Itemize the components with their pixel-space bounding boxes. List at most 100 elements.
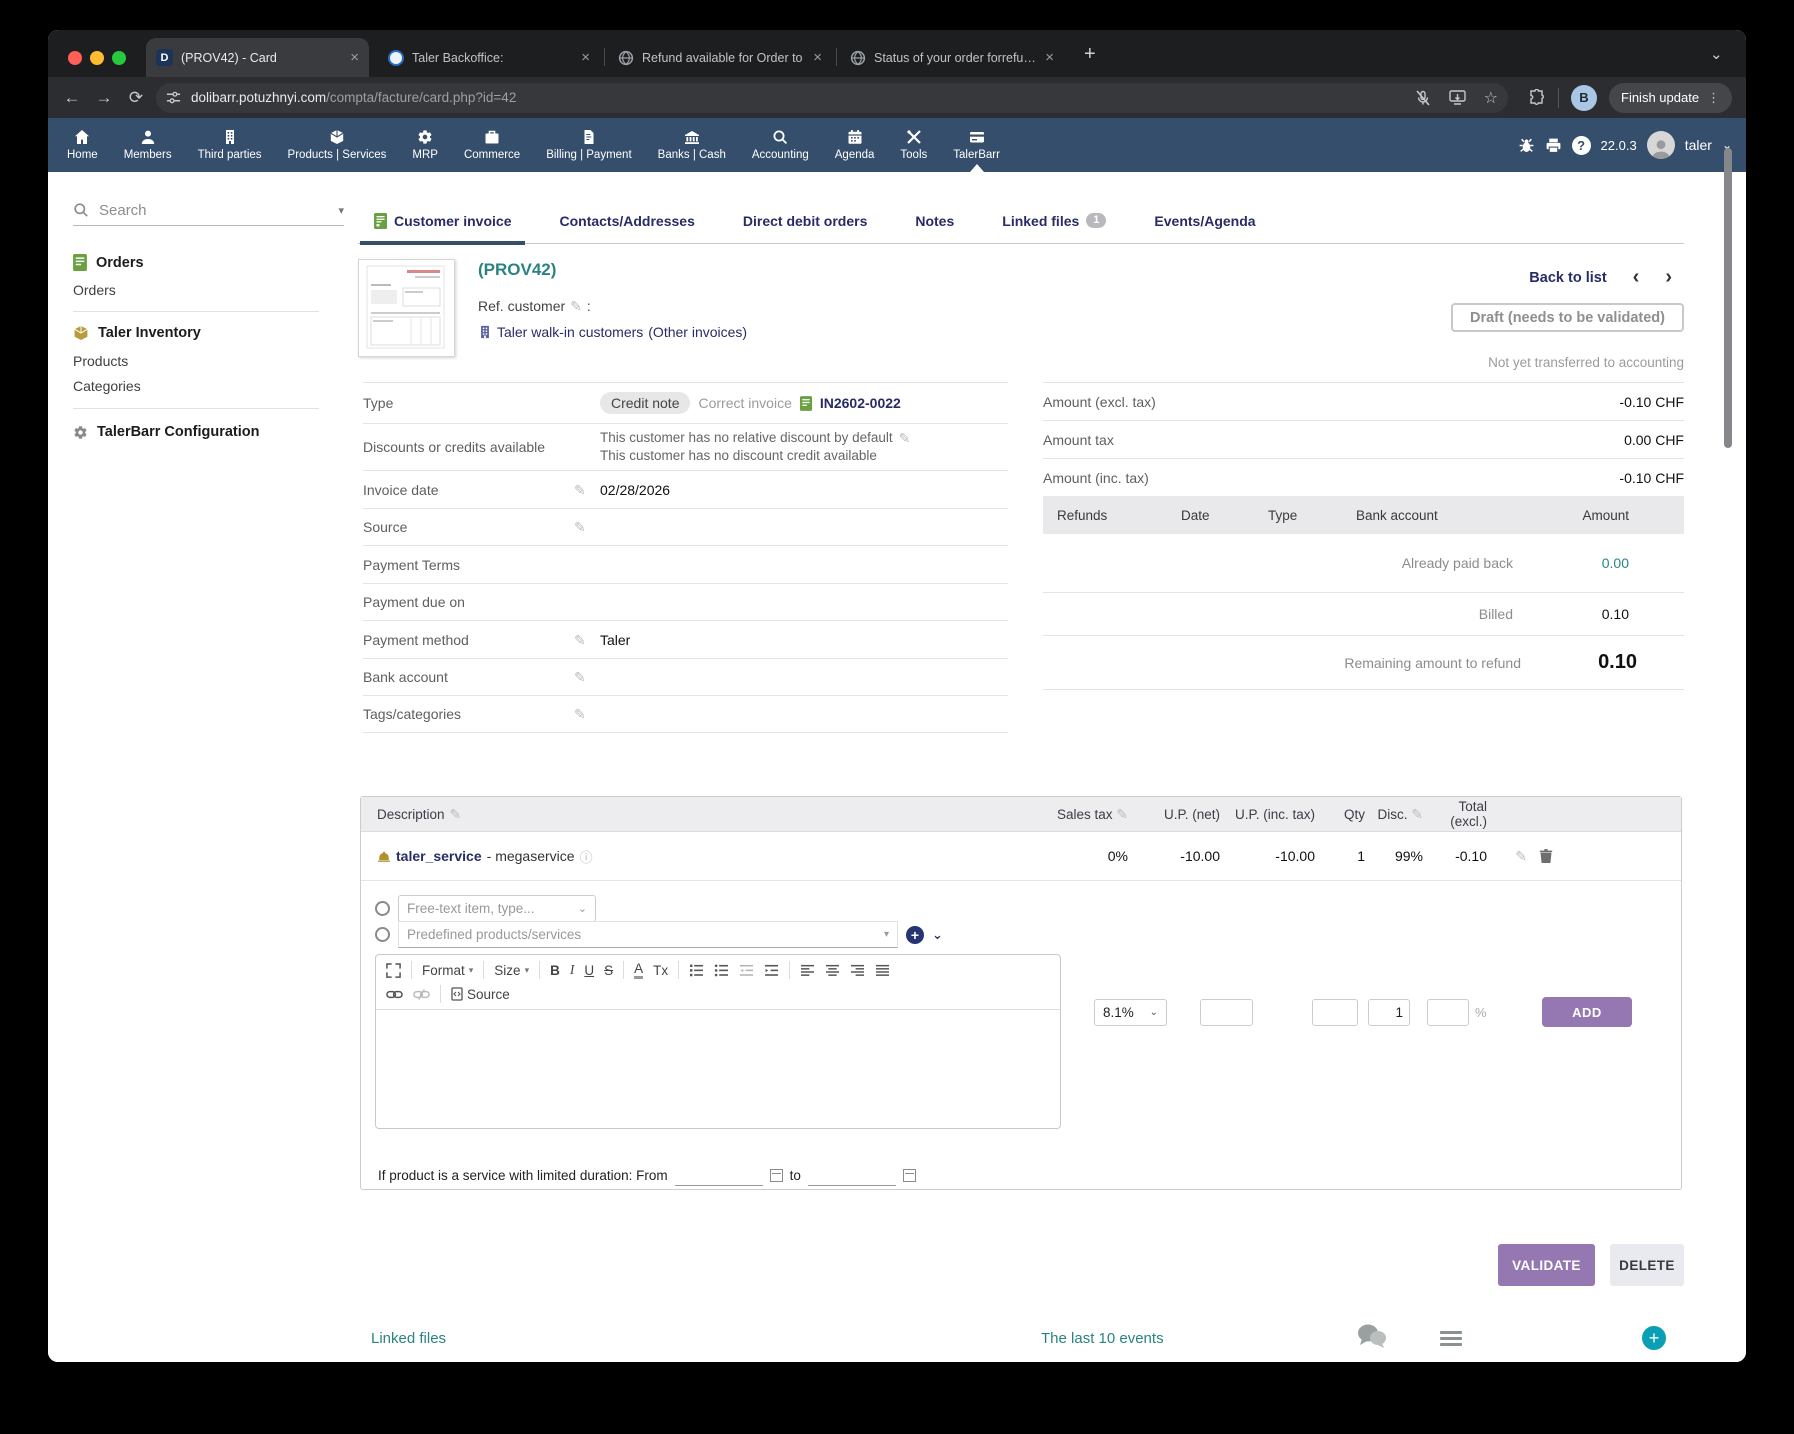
tab-close-icon[interactable]: × <box>813 49 822 66</box>
bookmark-star-icon[interactable]: ☆ <box>1484 88 1498 108</box>
strike-button[interactable]: S <box>604 963 613 978</box>
numbered-list-icon[interactable] <box>689 964 704 977</box>
back-to-list-link[interactable]: Back to list <box>1529 270 1606 286</box>
correct-invoice-ref-link[interactable]: IN2602-0022 <box>820 395 901 411</box>
address-bar[interactable]: dolibarr.potuzhnyi.com/compta/facture/ca… <box>156 83 1508 113</box>
browser-tab-4[interactable]: Status of your order forrefund × <box>840 38 1064 77</box>
underline-button[interactable]: U <box>584 963 594 978</box>
link-icon[interactable] <box>386 989 403 1000</box>
bug-icon[interactable] <box>1518 137 1535 154</box>
nav-third-parties[interactable]: Third parties <box>185 118 275 172</box>
sidebar-section-talerbarr-config[interactable]: TalerBarr Configuration <box>73 424 344 440</box>
source-button[interactable]: Source <box>451 987 510 1002</box>
nav-billing-payment[interactable]: Billing | Payment <box>533 118 644 172</box>
site-settings-icon[interactable] <box>166 90 181 105</box>
search-caret-icon[interactable]: ▾ <box>338 204 344 217</box>
bullet-list-icon[interactable] <box>714 964 729 977</box>
nav-commerce[interactable]: Commerce <box>451 118 533 172</box>
nav-banks-cash[interactable]: Banks | Cash <box>645 118 739 172</box>
tab-close-icon[interactable]: × <box>350 49 359 66</box>
add-line-button[interactable]: ADD <box>1542 997 1632 1027</box>
browser-tab-2[interactable]: Taler Backoffice: × <box>378 38 600 77</box>
edit-pencil-icon[interactable]: ✎ <box>899 431 911 445</box>
nav-tools[interactable]: Tools <box>887 118 940 172</box>
validate-button[interactable]: VALIDATE <box>1498 1244 1595 1286</box>
search-input[interactable] <box>97 201 338 220</box>
edit-pencil-icon[interactable]: ✎ <box>1116 806 1128 822</box>
back-icon[interactable]: ← <box>56 88 88 108</box>
printer-icon[interactable] <box>1545 137 1562 154</box>
tab-close-icon[interactable]: × <box>581 49 590 66</box>
chat-bubbles-icon[interactable] <box>1353 1322 1389 1352</box>
format-dropdown[interactable]: Format▾ <box>422 963 473 978</box>
forward-icon[interactable]: → <box>88 88 120 108</box>
linked-files-link[interactable]: Linked files <box>371 1330 446 1347</box>
align-right-icon[interactable] <box>850 964 865 977</box>
delete-line-trash-icon[interactable] <box>1539 848 1553 864</box>
bold-button[interactable]: B <box>550 963 560 978</box>
nav-mrp[interactable]: MRP <box>399 118 451 172</box>
text-color-button[interactable]: A <box>634 961 643 979</box>
nav-talerbarr[interactable]: TalerBarr <box>940 118 1013 172</box>
nav-home[interactable]: Home <box>54 118 111 172</box>
tab-events-agenda[interactable]: Events/Agenda <box>1140 198 1269 244</box>
user-avatar[interactable] <box>1647 131 1675 159</box>
browser-profile-avatar[interactable]: B <box>1571 85 1597 111</box>
indent-icon[interactable] <box>764 964 779 977</box>
remove-format-button[interactable]: Tx <box>653 963 668 978</box>
duration-from-input[interactable] <box>675 1165 763 1186</box>
predefined-products-select[interactable]: Predefined products/services ▾ <box>398 921 898 948</box>
new-tab-button[interactable]: + <box>1084 43 1096 66</box>
section-title[interactable]: Orders <box>96 255 144 271</box>
edit-pencil-icon[interactable]: ✎ <box>1411 806 1423 822</box>
extensions-puzzle-icon[interactable] <box>1528 89 1546 107</box>
tab-contacts-addresses[interactable]: Contacts/Addresses <box>545 198 708 244</box>
tab-customer-invoice[interactable]: Customer invoice <box>360 198 525 244</box>
tab-close-icon[interactable]: × <box>1045 49 1054 66</box>
edit-pencil-icon[interactable]: ✎ <box>570 299 582 313</box>
other-invoices-link[interactable]: (Other invoices) <box>648 324 747 340</box>
user-name[interactable]: taler <box>1685 137 1712 153</box>
nav-agenda[interactable]: Agenda <box>822 118 888 172</box>
nav-members[interactable]: Members <box>111 118 185 172</box>
edit-line-pencil-icon[interactable]: ✎ <box>1515 849 1527 863</box>
help-icon[interactable]: ? <box>1572 136 1591 155</box>
tab-notes[interactable]: Notes <box>901 198 968 244</box>
window-close-button[interactable] <box>68 51 82 65</box>
delete-button[interactable]: DELETE <box>1610 1244 1684 1286</box>
next-record-icon[interactable]: › <box>1665 266 1672 289</box>
align-left-icon[interactable] <box>800 964 815 977</box>
predefined-radio[interactable] <box>375 927 390 942</box>
free-text-radio[interactable] <box>375 901 390 916</box>
reload-icon[interactable]: ⟳ <box>120 88 152 108</box>
edit-pencil-icon[interactable]: ✎ <box>574 632 586 648</box>
align-center-icon[interactable] <box>825 964 840 977</box>
edit-pencil-icon[interactable]: ✎ <box>574 482 586 498</box>
qty-input[interactable] <box>1368 999 1410 1026</box>
unlink-icon[interactable] <box>413 989 430 1000</box>
edit-pencil-icon[interactable]: ✎ <box>574 706 586 722</box>
italic-button[interactable]: I <box>570 962 575 978</box>
nav-accounting[interactable]: Accounting <box>739 118 822 172</box>
up-net-input[interactable] <box>1200 999 1253 1026</box>
edit-pencil-icon[interactable]: ✎ <box>574 519 586 535</box>
sidebar-item-products[interactable]: Products <box>73 353 344 369</box>
section-title[interactable]: Taler Inventory <box>98 325 201 341</box>
window-maximize-button[interactable] <box>112 51 126 65</box>
size-dropdown[interactable]: Size▾ <box>494 963 529 978</box>
browser-tab-3[interactable]: Refund available for Order to × <box>608 38 832 77</box>
tab-direct-debit-orders[interactable]: Direct debit orders <box>729 198 881 244</box>
outdent-icon[interactable] <box>739 964 754 977</box>
calendar-icon[interactable] <box>770 1169 783 1182</box>
sidebar-search[interactable]: ▾ <box>73 195 344 226</box>
add-product-plus-icon[interactable]: + <box>906 926 924 944</box>
last-events-link[interactable]: The last 10 events <box>1041 1330 1164 1347</box>
description-textarea[interactable] <box>376 1009 1060 1118</box>
invoice-preview-thumbnail[interactable] <box>358 259 455 357</box>
window-minimize-button[interactable] <box>90 51 104 65</box>
plus-chevron-icon[interactable]: ⌄ <box>932 927 943 943</box>
line-tax-select[interactable]: 8.1% ⌄ <box>1094 999 1167 1026</box>
mic-blocked-icon[interactable] <box>1415 90 1431 106</box>
kebab-menu-icon[interactable]: ⋮ <box>1707 90 1720 106</box>
customer-link[interactable]: Taler walk-in customers <box>497 324 643 340</box>
